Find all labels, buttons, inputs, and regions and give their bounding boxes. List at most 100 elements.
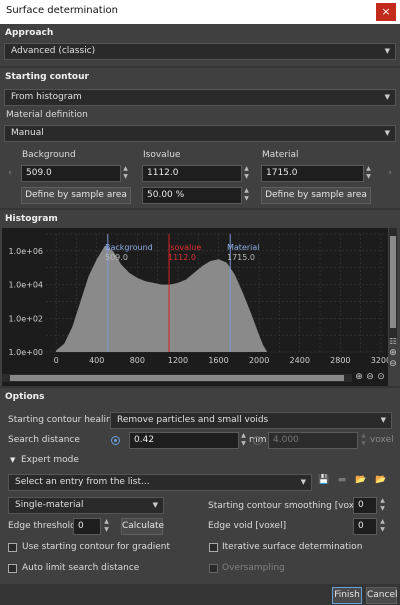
x-tick-label: 400 [89, 356, 104, 365]
zoom-out-icon[interactable]: ⊖ [388, 359, 398, 369]
chevron-down-icon: ▼ [384, 93, 390, 101]
iterative-label: Iterative surface determination [222, 542, 363, 552]
edge-threshold-input[interactable]: 0 [73, 518, 101, 535]
hist-mat-value: 1715.0 [227, 253, 255, 262]
healing-value: Remove particles and small voids [117, 415, 269, 425]
oversampling-checkbox[interactable] [209, 564, 218, 573]
isovalue-input[interactable]: 1112.0 [142, 165, 242, 182]
smoothing-spinner[interactable]: ▲ ▼ [379, 497, 386, 514]
edge-threshold-spinner[interactable]: ▲ ▼ [103, 518, 110, 535]
export-folder-icon[interactable]: 📂 [374, 475, 388, 485]
material-definition-label: Material definition [6, 110, 88, 120]
histogram-heading: Histogram [5, 214, 58, 224]
search-distance-voxel-radio[interactable] [253, 436, 262, 445]
zoom-out-x-icon[interactable]: ⊖ [365, 372, 375, 382]
x-tick-label: 2400 [290, 356, 310, 365]
x-tick-label: 800 [130, 356, 145, 365]
isovalue-percent-input[interactable]: 50.00 % [142, 187, 242, 204]
y-tick-label: 1.0e+02 [8, 314, 43, 323]
hist-iso-label: Isovalue [168, 243, 202, 252]
material-spinner[interactable]: ▲ ▼ [365, 165, 372, 182]
chevron-down-icon: ▼ [380, 416, 386, 424]
search-distance-voxel-spinner[interactable]: ▲ ▼ [360, 432, 367, 449]
isovalue-spinner[interactable]: ▲ ▼ [243, 165, 250, 182]
contour-source-dropdown[interactable]: From histogram ▼ [4, 89, 396, 106]
x-tick-label: 2800 [330, 356, 350, 365]
healing-label: Starting contour healing [8, 415, 118, 425]
define-material-button[interactable]: Define by sample area [261, 187, 371, 204]
approach-heading: Approach [5, 28, 54, 38]
define-background-button[interactable]: Define by sample area [21, 187, 131, 204]
histogram-horizontal-scroll-thumb[interactable] [10, 375, 344, 381]
edge-threshold-label: Edge threshold [8, 521, 76, 531]
search-distance-voxel-input[interactable]: 4.000 [268, 432, 358, 449]
contour-source-value: From histogram [11, 92, 82, 102]
chevron-left-icon[interactable]: ‹ [6, 168, 14, 178]
material-input[interactable]: 1715.0 [261, 165, 364, 182]
options-heading: Options [5, 392, 45, 402]
smoothing-label: Starting contour smoothing [voxel] [208, 501, 366, 511]
edge-void-input[interactable]: 0 [353, 518, 377, 535]
hist-bg-value: 509.0 [105, 253, 128, 262]
background-label: Background [22, 150, 76, 160]
chevron-down-icon: ▼ [384, 129, 390, 137]
smoothing-input[interactable]: 0 [353, 497, 377, 514]
material-definition-dropdown[interactable]: Manual ▼ [4, 125, 396, 142]
y-tick-label: 1.0e+04 [8, 281, 43, 290]
expert-mode-label[interactable]: Expert mode [21, 455, 79, 465]
delete-icon[interactable]: ▬ [336, 475, 348, 485]
zoom-in-x-icon[interactable]: ⊕ [354, 372, 364, 382]
zoom-fit-icon[interactable]: ⊙ [376, 372, 386, 382]
hist-background-marker-label: Background 509.0 [105, 243, 153, 263]
x-axis-ticks: 0 400 800 1200 1600 2000 2400 2800 3200 [54, 356, 388, 365]
expand-expert-mode-icon[interactable]: ▼ [10, 456, 15, 464]
chevron-down-icon: ▼ [384, 47, 390, 55]
search-distance-mm-input[interactable]: 0.42 [129, 432, 239, 449]
healing-dropdown[interactable]: Remove particles and small voids ▼ [110, 412, 392, 429]
chevron-down-icon: ▼ [300, 478, 306, 486]
preset-dropdown[interactable]: Select an entry from the list... ▼ [8, 474, 312, 491]
use-contour-gradient-label: Use starting contour for gradient [22, 542, 171, 552]
histogram-vertical-scrollbar[interactable] [389, 228, 397, 338]
hist-iso-value: 1112.0 [168, 253, 196, 262]
search-distance-mm-radio[interactable] [111, 436, 120, 445]
approach-value: Advanced (classic) [11, 46, 96, 56]
histogram-horizontal-scrollbar[interactable] [2, 374, 352, 382]
zoom-in-icon[interactable]: ⊕ [388, 348, 398, 358]
open-folder-icon[interactable]: 📂 [354, 475, 368, 485]
cancel-button[interactable]: Cancel [366, 587, 398, 604]
approach-dropdown[interactable]: Advanced (classic) ▼ [4, 43, 396, 60]
x-tick-label: 0 [54, 356, 59, 365]
x-tick-label: 1200 [168, 356, 188, 365]
save-icon[interactable]: 💾 [318, 475, 330, 485]
histogram-vertical-scroll-thumb[interactable] [390, 236, 396, 328]
use-contour-gradient-checkbox[interactable] [8, 543, 17, 552]
y-tick-label: 1.0e+00 [8, 348, 43, 357]
title-bar: Surface determination × [0, 0, 400, 24]
oversampling-label: Oversampling [222, 563, 285, 573]
hist-mat-label: Material [227, 243, 260, 252]
search-distance-mm-spinner[interactable]: ▲ ▼ [240, 432, 247, 449]
isovalue-label: Isovalue [143, 150, 181, 160]
isovalue-percent-spinner[interactable]: ▲ ▼ [243, 187, 250, 204]
histogram-options-icon[interactable]: ☷ [388, 337, 398, 346]
chevron-right-icon[interactable]: › [386, 168, 394, 178]
material-mode-value: Single-material [15, 500, 84, 510]
material-definition-value: Manual [11, 128, 44, 138]
finish-button[interactable]: Finish [332, 587, 362, 604]
edge-void-label: Edge void [voxel] [208, 521, 287, 531]
close-button[interactable]: × [376, 3, 396, 21]
x-tick-label: 2000 [249, 356, 269, 365]
auto-limit-checkbox[interactable] [8, 564, 17, 573]
hist-material-marker-label: Material 1715.0 [227, 243, 260, 263]
background-input[interactable]: 509.0 [21, 165, 121, 182]
material-mode-dropdown[interactable]: Single-material ▼ [8, 497, 164, 514]
background-spinner[interactable]: ▲ ▼ [122, 165, 129, 182]
starting-contour-heading: Starting contour [5, 72, 89, 82]
edge-void-spinner[interactable]: ▲ ▼ [379, 518, 386, 535]
iterative-checkbox[interactable] [209, 543, 218, 552]
material-label: Material [262, 150, 299, 160]
window-title: Surface determination [6, 5, 118, 16]
calculate-button[interactable]: Calculate [121, 518, 164, 535]
unit-voxel-label: voxel [370, 435, 394, 445]
